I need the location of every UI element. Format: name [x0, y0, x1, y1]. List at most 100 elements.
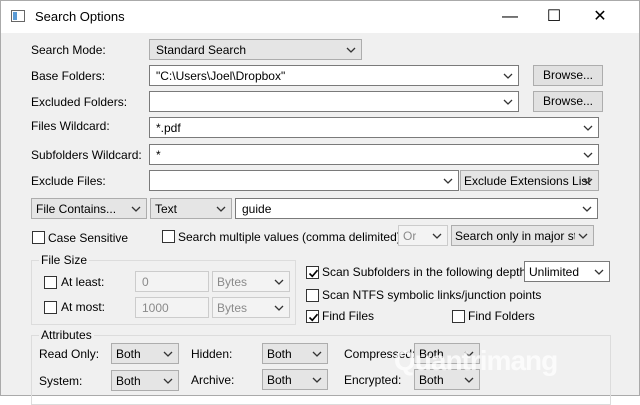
multiple-values-checkbox[interactable] — [162, 230, 175, 243]
title-bar: Search Options — ☐ ✕ — [1, 1, 639, 33]
at-least-checkbox[interactable] — [44, 276, 57, 289]
find-folders-checkbox[interactable] — [452, 310, 465, 323]
files-wildcard-input[interactable]: *.pdf — [149, 117, 599, 138]
subfolders-wildcard-input[interactable]: * — [149, 144, 599, 165]
archive-select[interactable]: Both — [262, 369, 328, 390]
chevron-down-icon — [130, 203, 142, 215]
maximize-button[interactable]: ☐ — [531, 1, 577, 33]
at-most-unit-value: Bytes — [217, 301, 248, 315]
archive-value: Both — [267, 373, 292, 387]
at-least-unit-select[interactable]: Bytes — [212, 271, 290, 292]
exclude-mode-select[interactable]: Exclude Extensions List — [460, 170, 599, 191]
chevron-down-icon — [162, 348, 174, 360]
close-button[interactable]: ✕ — [577, 1, 623, 33]
system-value: Both — [116, 374, 141, 388]
read-only-select[interactable]: Both — [111, 343, 179, 364]
app-icon — [11, 10, 25, 22]
base-folders-label: Base Folders: — [31, 69, 106, 83]
chevron-down-icon — [502, 96, 514, 108]
search-mode-select[interactable]: Standard Search — [149, 39, 362, 60]
excluded-folders-browse-button[interactable]: Browse... — [533, 91, 603, 112]
chevron-down-icon — [311, 374, 323, 386]
files-wildcard-label: Files Wildcard: — [31, 119, 110, 133]
exclude-files-label: Exclude Files: — [31, 174, 106, 188]
case-sensitive-checkbox[interactable] — [32, 231, 45, 244]
search-options-window: Search Options — ☐ ✕ Search Mode: Standa… — [0, 0, 640, 405]
at-most-label: At most: — [61, 300, 106, 314]
archive-label: Archive: — [191, 373, 235, 387]
exclude-files-input[interactable] — [149, 170, 459, 191]
scan-depth-value: Unlimited — [529, 265, 580, 279]
chevron-down-icon — [273, 302, 285, 314]
checkmark-icon — [307, 267, 320, 280]
chevron-down-icon — [582, 149, 594, 161]
operator-value: Or — [403, 229, 417, 243]
base-folders-input[interactable]: "C:\Users\Joel\Dropbox" — [149, 65, 519, 86]
operator-select[interactable]: Or — [398, 225, 448, 246]
chevron-down-icon — [162, 375, 174, 387]
search-mode-label: Search Mode: — [31, 43, 106, 57]
contains-format-select[interactable]: Text — [150, 198, 232, 219]
search-scope-value: Search only in major stre — [455, 229, 575, 243]
attributes-title: Attributes — [39, 328, 94, 342]
read-only-label: Read Only: — [39, 347, 100, 361]
contains-type-select[interactable]: File Contains... — [31, 198, 147, 219]
subfolders-wildcard-value: * — [156, 148, 161, 162]
chevron-down-icon — [431, 230, 443, 242]
hidden-select[interactable]: Both — [262, 343, 328, 364]
files-wildcard-value: *.pdf — [156, 121, 181, 135]
chevron-down-icon — [581, 203, 593, 215]
at-least-input[interactable]: 0 — [135, 271, 209, 292]
find-folders-label: Find Folders — [468, 309, 535, 323]
hidden-label: Hidden: — [191, 347, 233, 361]
case-sensitive-label: Case Sensitive — [48, 231, 129, 245]
at-most-input[interactable]: 1000 — [135, 297, 209, 318]
system-label: System: — [39, 374, 83, 388]
scan-subfolders-label: Scan Subfolders in the following depth: — [322, 265, 530, 279]
excluded-folders-label: Excluded Folders: — [31, 95, 128, 109]
scan-ntfs-label: Scan NTFS symbolic links/junction points — [322, 288, 542, 302]
chevron-down-icon — [502, 70, 514, 82]
scan-depth-select[interactable]: Unlimited — [524, 261, 610, 282]
minimize-button[interactable]: — — [487, 1, 533, 33]
multiple-values-label: Search multiple values (comma delimited) — [178, 230, 401, 244]
excluded-folders-input[interactable] — [149, 91, 519, 112]
exclude-mode-value: Exclude Extensions List — [464, 174, 591, 188]
window-title: Search Options — [35, 9, 125, 24]
hidden-value: Both — [267, 347, 292, 361]
chevron-down-icon — [582, 175, 594, 187]
at-least-label: At least: — [61, 275, 105, 289]
chevron-down-icon — [345, 44, 357, 56]
contains-text-input[interactable]: guide — [235, 198, 598, 219]
scan-ntfs-checkbox[interactable] — [306, 289, 319, 302]
base-folders-value: "C:\Users\Joel\Dropbox" — [156, 69, 286, 83]
find-files-label: Find Files — [322, 309, 375, 323]
watermark-logo: Quantrimang — [394, 345, 558, 376]
base-folders-browse-button[interactable]: Browse... — [533, 65, 603, 86]
search-scope-select[interactable]: Search only in major stre — [451, 225, 594, 246]
at-most-value: 1000 — [142, 301, 169, 315]
subfolders-wildcard-label: Subfolders Wildcard: — [31, 148, 142, 162]
contains-type-value: File Contains... — [36, 202, 117, 216]
chevron-down-icon — [593, 266, 605, 278]
file-size-title: File Size — [39, 253, 90, 267]
chevron-down-icon — [311, 348, 323, 360]
chevron-down-icon — [582, 122, 594, 134]
chevron-down-icon — [442, 175, 454, 187]
system-select[interactable]: Both — [111, 370, 179, 391]
checkmark-icon — [307, 311, 320, 324]
scan-subfolders-checkbox[interactable] — [306, 266, 319, 279]
at-least-value: 0 — [142, 275, 149, 289]
at-least-unit-value: Bytes — [217, 275, 248, 289]
encrypted-label: Encrypted: — [344, 373, 402, 387]
contains-format-value: Text — [155, 202, 178, 216]
at-most-checkbox[interactable] — [44, 301, 57, 314]
chevron-down-icon — [273, 276, 285, 288]
at-most-unit-select[interactable]: Bytes — [212, 297, 290, 318]
search-mode-value: Standard Search — [156, 43, 247, 57]
find-files-checkbox[interactable] — [306, 310, 319, 323]
read-only-value: Both — [116, 347, 141, 361]
chevron-down-icon — [215, 203, 227, 215]
contains-text-value: guide — [242, 202, 272, 216]
chevron-down-icon — [577, 230, 589, 242]
